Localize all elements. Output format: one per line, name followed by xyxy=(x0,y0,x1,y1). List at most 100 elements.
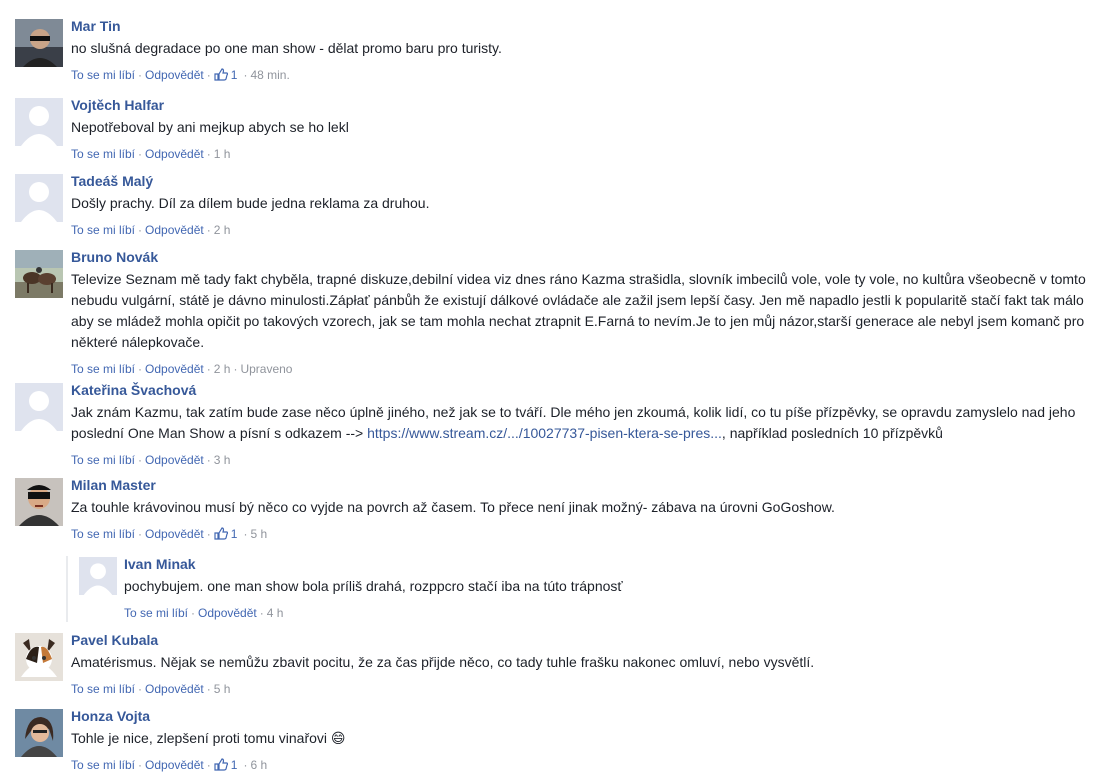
like-link[interactable]: To se mi líbí xyxy=(71,758,135,772)
comment-text-part: Tohle je nice, zlepšení proti tomu vinař… xyxy=(71,730,328,746)
like-count-value: 1 xyxy=(230,68,238,82)
comment-actions: To se mi líbí · Odpovědět · 1 · 6 h xyxy=(71,758,1103,772)
comment-author[interactable]: Pavel Kubala xyxy=(71,631,1103,649)
reply-link[interactable]: Odpovědět xyxy=(198,606,257,620)
avatar[interactable] xyxy=(15,174,63,222)
like-link[interactable]: To se mi líbí xyxy=(71,223,135,237)
avatar[interactable] xyxy=(15,478,63,526)
avatar[interactable] xyxy=(15,633,63,681)
like-link[interactable]: To se mi líbí xyxy=(71,527,135,541)
separator: · xyxy=(138,68,143,82)
comment-actions: To se mi líbí · Odpovědět · 3 h xyxy=(71,453,1103,467)
like-link[interactable]: To se mi líbí xyxy=(71,453,135,467)
separator: · xyxy=(243,527,248,541)
reply-link[interactable]: Odpovědět xyxy=(145,147,204,161)
comment-list: Mar Tin no slušná degradace po one man s… xyxy=(0,0,1115,777)
separator: · xyxy=(206,223,211,237)
comment-actions: To se mi líbí · Odpovědět · 1 · 48 min. xyxy=(71,68,1103,82)
comment-author[interactable]: Vojtěch Halfar xyxy=(71,96,1103,114)
comment-author[interactable]: Kateřina Švachová xyxy=(71,381,1103,399)
comment-text: Nepotřeboval by ani mejkup abych se ho l… xyxy=(71,119,349,135)
separator: · xyxy=(138,453,143,467)
thumbs-up-icon xyxy=(214,68,228,81)
reply-link[interactable]: Odpovědět xyxy=(145,223,204,237)
comment-author[interactable]: Milan Master xyxy=(71,476,1103,494)
avatar[interactable] xyxy=(15,250,63,298)
like-link[interactable]: To se mi líbí xyxy=(124,606,188,620)
separator: · xyxy=(206,758,211,772)
timestamp[interactable]: 3 h xyxy=(214,453,231,467)
comment-text: Došly prachy. Díl za dílem bude jedna re… xyxy=(71,195,430,211)
separator: · xyxy=(191,606,196,620)
comment-actions: To se mi líbí · Odpovědět · 4 h xyxy=(124,606,1103,620)
comment-actions: To se mi líbí · Odpovědět · 1 h xyxy=(71,147,1103,161)
separator: · xyxy=(138,682,143,696)
comment-text: Tohle je nice, zlepšení proti tomu vinař… xyxy=(71,728,1103,749)
thumbs-up-icon xyxy=(214,527,228,540)
comment-text: pochybujem. one man show bola príliš dra… xyxy=(124,578,623,594)
separator: · xyxy=(138,758,143,772)
separator: · xyxy=(206,362,211,376)
comment-actions: To se mi líbí · Odpovědět · 1 · 5 h xyxy=(71,527,1103,541)
like-count[interactable]: 1 xyxy=(214,758,241,772)
like-link[interactable]: To se mi líbí xyxy=(71,147,135,161)
like-count-value: 1 xyxy=(230,527,238,541)
avatar[interactable] xyxy=(15,19,63,67)
timestamp[interactable]: 5 h xyxy=(214,682,231,696)
stream-link[interactable]: https://www.stream.cz/.../10027737-pisen… xyxy=(367,425,722,441)
comment-actions: To se mi líbí · Odpovědět · 5 h xyxy=(71,682,1103,696)
avatar[interactable] xyxy=(15,98,63,146)
thumbs-up-icon xyxy=(214,758,228,771)
separator: · xyxy=(259,606,264,620)
reply-link[interactable]: Odpovědět xyxy=(145,362,204,376)
reply-link[interactable]: Odpovědět xyxy=(145,758,204,772)
separator: · xyxy=(206,147,211,161)
comment-text: no slušná degradace po one man show - dě… xyxy=(71,40,502,56)
timestamp[interactable]: 2 h xyxy=(214,223,231,237)
separator: · xyxy=(206,682,211,696)
comment-author[interactable]: Mar Tin xyxy=(71,17,1103,35)
separator: · xyxy=(138,223,143,237)
timestamp[interactable]: 1 h xyxy=(214,147,231,161)
avatar[interactable] xyxy=(79,557,117,595)
comment-author[interactable]: Honza Vojta xyxy=(71,707,1103,725)
reply-thread-line xyxy=(66,556,68,622)
separator: · xyxy=(233,362,238,376)
separator: · xyxy=(138,527,143,541)
reply-link[interactable]: Odpovědět xyxy=(145,453,204,467)
edited-label[interactable]: Upraveno xyxy=(240,362,292,376)
reply-link[interactable]: Odpovědět xyxy=(145,682,204,696)
comment-text: Amatérismus. Nějak se nemůžu zbavit poci… xyxy=(71,654,815,670)
timestamp[interactable]: 4 h xyxy=(267,606,284,620)
like-count[interactable]: 1 xyxy=(214,68,241,82)
comment-text: Televize Seznam mě tady fakt chyběla, tr… xyxy=(71,271,1086,350)
separator: · xyxy=(206,68,211,82)
like-link[interactable]: To se mi líbí xyxy=(71,68,135,82)
separator: · xyxy=(206,527,211,541)
like-link[interactable]: To se mi líbí xyxy=(71,362,135,376)
like-link[interactable]: To se mi líbí xyxy=(71,682,135,696)
comment-actions: To se mi líbí · Odpovědět · 2 h · Upraveno xyxy=(71,362,1103,376)
reply-link[interactable]: Odpovědět xyxy=(145,527,204,541)
reply-link[interactable]: Odpovědět xyxy=(145,68,204,82)
separator: · xyxy=(243,758,248,772)
comment-text-part: , například posledních 10 přízpěvků xyxy=(721,425,943,441)
comment-text: Za touhle krávovinou musí bý něco co vyj… xyxy=(71,499,835,515)
comment-author[interactable]: Tadeáš Malý xyxy=(71,172,1103,190)
separator: · xyxy=(138,147,143,161)
separator: · xyxy=(206,453,211,467)
timestamp[interactable]: 48 min. xyxy=(250,68,289,82)
comment-author[interactable]: Ivan Minak xyxy=(124,555,1103,573)
comment-author[interactable]: Bruno Novák xyxy=(71,248,1103,266)
grin-emoji-icon: 😄 xyxy=(330,730,346,746)
like-count-value: 1 xyxy=(230,758,238,772)
separator: · xyxy=(243,68,248,82)
comment-text: Jak znám Kazmu, tak zatím bude zase něco… xyxy=(71,402,1103,444)
timestamp[interactable]: 6 h xyxy=(250,758,267,772)
avatar[interactable] xyxy=(15,709,63,757)
avatar[interactable] xyxy=(15,383,63,431)
separator: · xyxy=(138,362,143,376)
like-count[interactable]: 1 xyxy=(214,527,241,541)
timestamp[interactable]: 5 h xyxy=(250,527,267,541)
timestamp[interactable]: 2 h xyxy=(214,362,231,376)
